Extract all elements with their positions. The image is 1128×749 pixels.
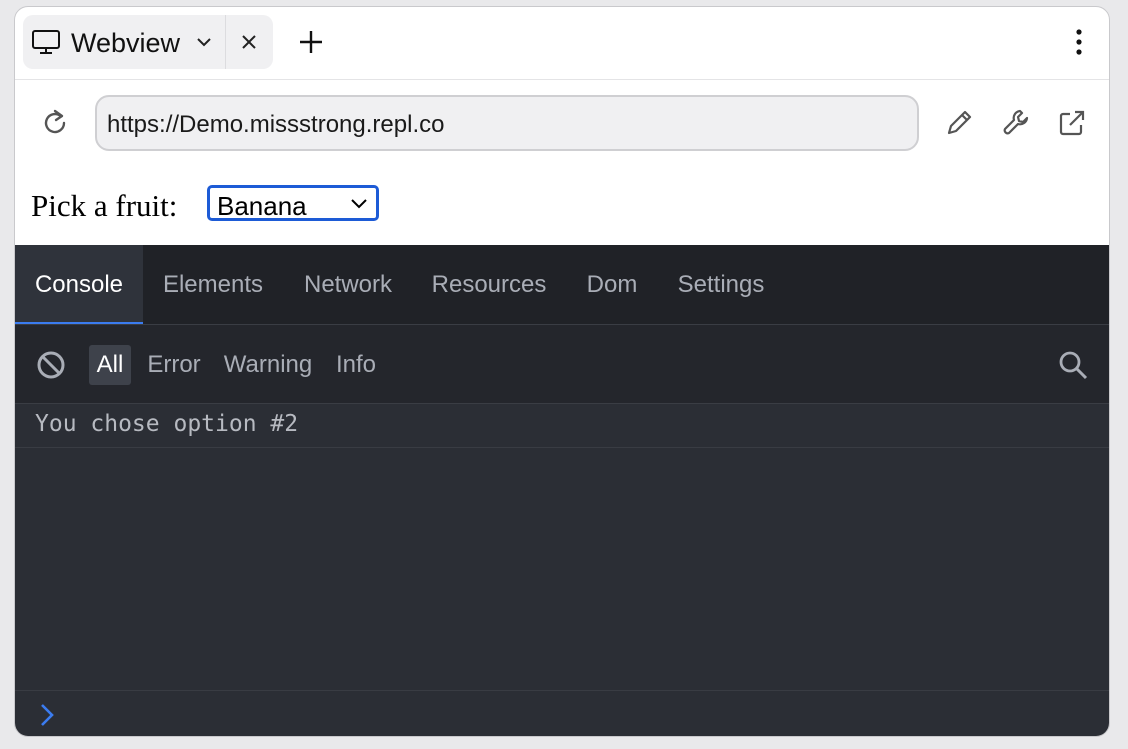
open-external-icon[interactable] [1056,107,1088,139]
reload-icon[interactable] [39,107,71,139]
wrench-icon[interactable] [1000,107,1032,139]
url-input[interactable]: https://Demo.missstrong.repl.co [95,95,919,151]
tab-elements[interactable]: Elements [153,245,273,324]
tab-divider [225,15,226,69]
webview-window: Webview https://Demo.missstrong.repl.co [14,6,1110,737]
chevron-down-icon[interactable] [195,33,213,51]
tab-title: Webview [71,28,181,58]
chevron-right-icon [41,704,54,726]
devtools-tabs: Console Elements Network Resources Dom S… [15,245,1109,325]
console-log-entry: You chose option #2 [15,404,1109,448]
url-text: https://Demo.missstrong.repl.co [107,111,445,138]
tab-webview[interactable]: Webview [23,15,273,69]
console-input[interactable] [15,690,1109,736]
plus-icon[interactable] [297,28,325,56]
filter-warning[interactable]: Warning [219,345,317,385]
log-message: You chose option #2 [35,411,299,437]
pencil-icon[interactable] [943,107,975,139]
close-icon[interactable] [238,31,260,53]
tab-bar: Webview [15,7,1109,80]
monitor-icon [32,30,60,54]
filter-all[interactable]: All [89,345,131,385]
tab-network[interactable]: Network [293,245,403,324]
tab-dom[interactable]: Dom [575,245,649,324]
search-icon[interactable] [1057,349,1089,381]
fruit-label: Pick a fruit: [31,188,178,223]
tab-console[interactable]: Console [15,245,143,324]
more-menu-icon[interactable] [1067,27,1091,57]
filter-error[interactable]: Error [143,345,205,385]
tab-resources[interactable]: Resources [423,245,555,324]
fruit-select[interactable]: Banana [207,185,379,221]
tab-settings[interactable]: Settings [669,245,773,324]
fruit-select-value: Banana [217,191,307,221]
console-filter-bar: All Error Warning Info [15,325,1109,404]
filter-info[interactable]: Info [331,345,381,385]
chevron-down-icon [351,199,367,209]
devtools-panel: Console Elements Network Resources Dom S… [15,245,1109,736]
clear-console-icon[interactable] [35,349,67,381]
